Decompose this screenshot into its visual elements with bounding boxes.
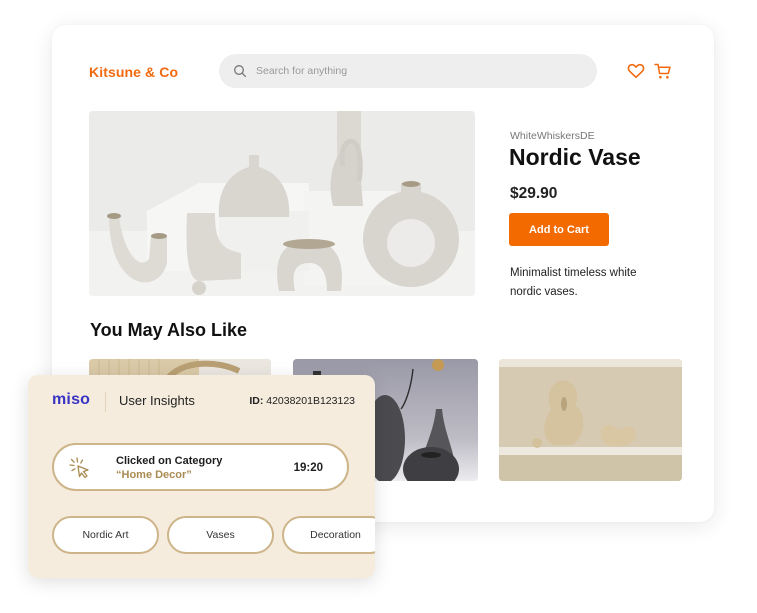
product-title: Nordic Vase [509,144,641,170]
recommendation-item[interactable] [499,359,682,481]
user-insights-panel: miso User Insights ID: 42038201B123123 C… [28,375,375,578]
search-icon [233,64,247,78]
tag-chip[interactable]: Decoration [282,516,375,554]
store-logo[interactable]: Kitsune & Co [89,64,178,80]
cart-icon[interactable] [654,63,672,79]
event-category: “Home Decor” [116,469,192,481]
event-item[interactable]: Clicked on Category “Home Decor” 19:20 [52,443,349,491]
event-time: 19:20 [293,462,323,474]
tag-chip[interactable]: Vases [167,516,274,554]
heart-icon[interactable] [627,63,645,79]
product-price: $29.90 [510,185,558,202]
panel-title: User Insights [119,393,195,408]
add-to-cart-button[interactable]: Add to Cart [509,213,609,246]
click-cursor-icon [68,456,92,480]
user-id-value: 42038201B123123 [266,395,355,407]
product-image[interactable] [89,111,475,296]
miso-logo: miso [52,391,91,408]
recommendations-title: You May Also Like [90,320,248,340]
event-action: Clicked on Category [116,455,223,467]
tag-chip[interactable]: Nordic Art [52,516,159,554]
shelf-vases-photo [499,359,682,481]
divider [105,392,106,412]
search-bar[interactable] [219,54,597,88]
search-input[interactable] [256,65,576,77]
nordic-vases-illustration [89,111,475,296]
product-description: Minimalist timeless white nordic vases. [510,267,637,298]
seller-name[interactable]: WhiteWhiskersDE [510,130,595,142]
user-id-label: ID: [249,395,264,407]
user-id: ID: 42038201B123123 [249,395,355,407]
